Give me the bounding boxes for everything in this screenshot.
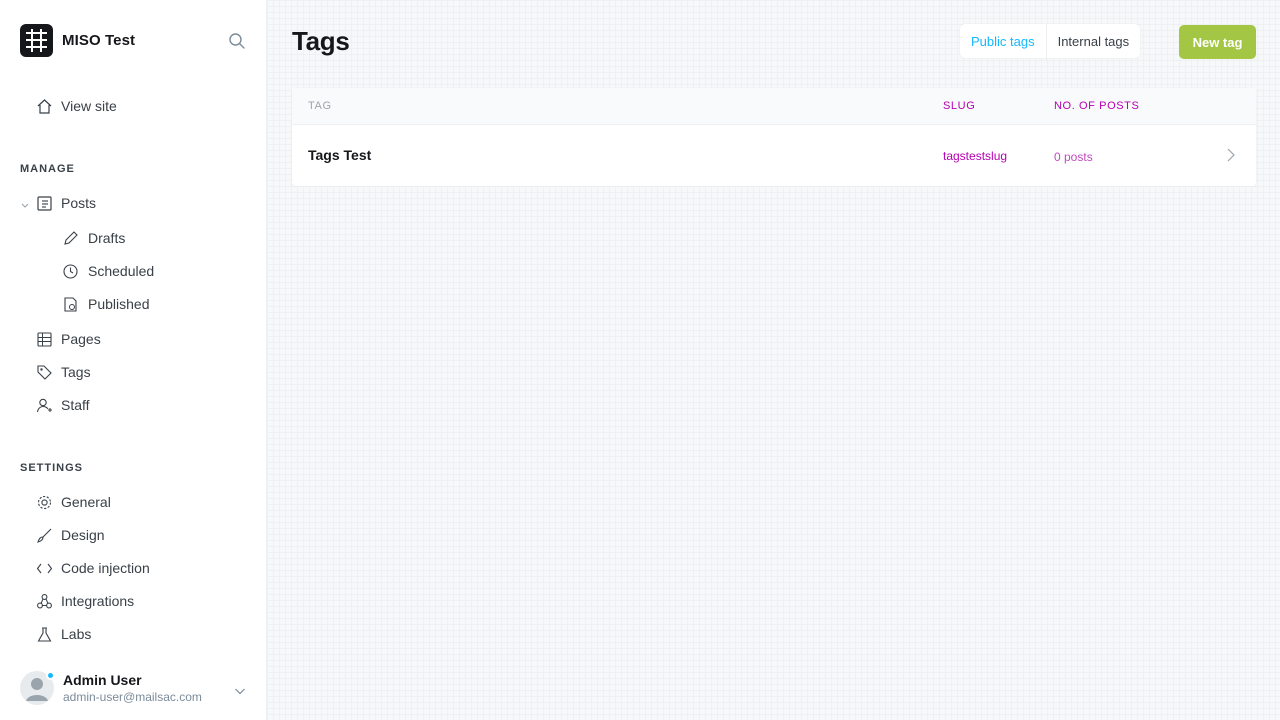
sidebar: MISO Test View site MANAGE Posts Drafts … (0, 0, 267, 720)
clock-icon (62, 263, 79, 280)
posts-icon (36, 195, 53, 212)
integrations-icon (36, 593, 53, 610)
chevron-down-icon[interactable] (234, 683, 246, 695)
nav-pages-label: Pages (61, 331, 101, 347)
nav-code-injection-label: Code injection (61, 560, 150, 576)
search-icon[interactable] (228, 32, 246, 50)
pencil-icon (62, 230, 79, 247)
site-logo (20, 24, 53, 57)
nav-drafts[interactable]: Drafts (62, 226, 125, 250)
nav-general-label: General (61, 494, 111, 510)
tag-type-switch: Public tags Internal tags (960, 24, 1141, 58)
tags-table: TAG SLUG NO. OF POSTS Tags Test tagstest… (292, 88, 1256, 186)
table-row[interactable]: Tags Test tagstestslug 0 posts (292, 125, 1256, 186)
column-header-posts: NO. OF POSTS (1054, 100, 1140, 112)
nav-scheduled[interactable]: Scheduled (62, 259, 154, 283)
tag-post-count[interactable]: 0 posts (1054, 150, 1093, 164)
nav-design[interactable]: Design (36, 523, 105, 547)
avatar (20, 671, 55, 705)
nav-labs-label: Labs (61, 626, 92, 642)
brand[interactable]: MISO Test (20, 24, 135, 57)
gear-icon (36, 494, 53, 511)
code-icon (36, 560, 53, 577)
nav-tags-label: Tags (61, 364, 91, 380)
nav-view-site[interactable]: View site (36, 94, 117, 118)
nav-labs[interactable]: Labs (36, 622, 91, 646)
nav-posts-label: Posts (61, 195, 97, 211)
page-title: Tags (292, 26, 350, 56)
nav-scheduled-label: Scheduled (88, 263, 155, 279)
tag-name: Tags Test (308, 147, 372, 163)
user-name: Admin User (63, 671, 142, 688)
home-icon (36, 98, 53, 115)
nav-published[interactable]: Published (62, 292, 150, 316)
nav-drafts-label: Drafts (88, 230, 126, 246)
tag-slug: tagstestslug (943, 149, 1008, 163)
nav-view-site-label: View site (61, 98, 117, 114)
manage-section-label: MANAGE (20, 163, 75, 175)
new-tag-button[interactable]: New tag (1179, 25, 1256, 59)
labs-icon (36, 626, 53, 643)
user-email: admin-user@mailsac.com (63, 689, 202, 704)
nav-staff-label: Staff (61, 397, 90, 413)
user-menu[interactable]: Admin User admin-user@mailsac.com (20, 670, 250, 706)
column-header-slug: SLUG (943, 100, 976, 112)
nav-staff[interactable]: Staff (36, 393, 90, 417)
main-content: Tags Public tags Internal tags New tag T… (267, 0, 1280, 720)
table-header: TAG SLUG NO. OF POSTS (292, 88, 1256, 125)
published-icon (62, 296, 79, 313)
tab-public-tags[interactable]: Public tags (960, 24, 1046, 58)
nav-design-label: Design (61, 527, 105, 543)
nav-integrations[interactable]: Integrations (36, 589, 134, 613)
chevron-right-icon (1226, 147, 1236, 163)
nav-tags[interactable]: Tags (36, 360, 91, 384)
site-name: MISO Test (62, 32, 136, 49)
nav-posts[interactable]: Posts (36, 191, 96, 215)
brush-icon (36, 527, 53, 544)
nav-integrations-label: Integrations (61, 593, 135, 609)
notification-dot (46, 671, 55, 680)
pages-icon (36, 331, 53, 348)
staff-icon (36, 397, 53, 414)
nav-code-injection[interactable]: Code injection (36, 556, 150, 580)
nav-pages[interactable]: Pages (36, 327, 101, 351)
tag-icon (36, 364, 53, 381)
nav-general[interactable]: General (36, 490, 111, 514)
chevron-down-icon[interactable] (20, 198, 30, 208)
settings-section-label: SETTINGS (20, 462, 84, 474)
nav-published-label: Published (88, 296, 150, 312)
tab-internal-tags[interactable]: Internal tags (1045, 24, 1141, 58)
column-header-tag: TAG (308, 100, 332, 112)
